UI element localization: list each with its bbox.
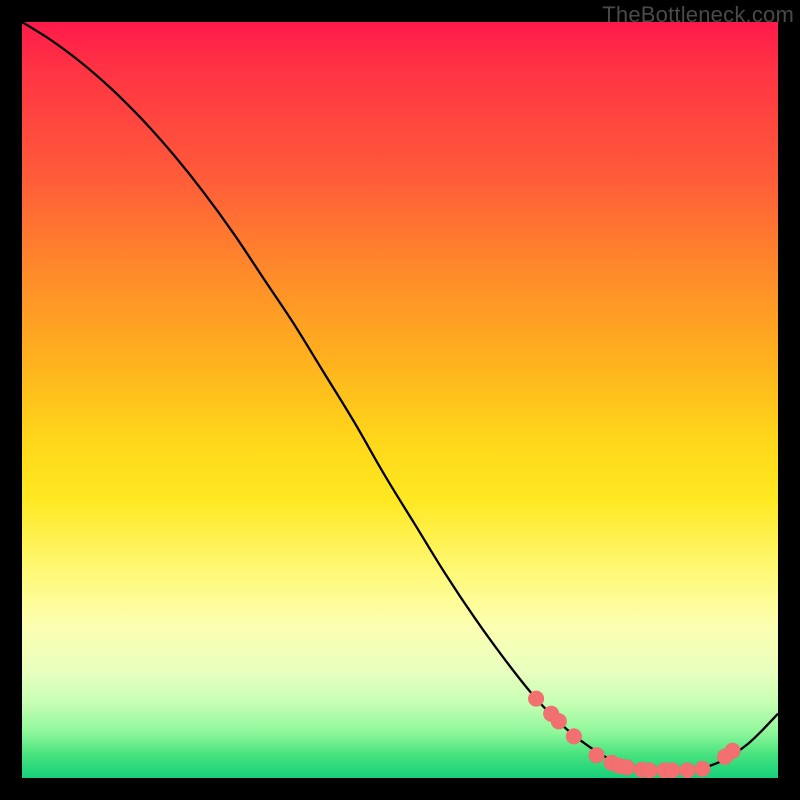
gradient-plot-area: [22, 22, 778, 778]
watermark-text: TheBottleneck.com: [602, 2, 794, 28]
data-marker: [619, 759, 635, 775]
bottleneck-curve: [22, 22, 778, 771]
data-marker: [528, 691, 544, 707]
data-marker: [566, 728, 582, 744]
data-marker: [642, 762, 658, 778]
plot-svg: [22, 22, 778, 778]
chart-container: TheBottleneck.com: [0, 0, 800, 800]
data-marker: [694, 761, 710, 777]
data-markers: [528, 691, 741, 778]
data-marker: [551, 713, 567, 729]
data-marker: [725, 743, 741, 759]
data-marker: [664, 762, 680, 778]
data-marker: [679, 762, 695, 778]
data-marker: [589, 747, 605, 763]
